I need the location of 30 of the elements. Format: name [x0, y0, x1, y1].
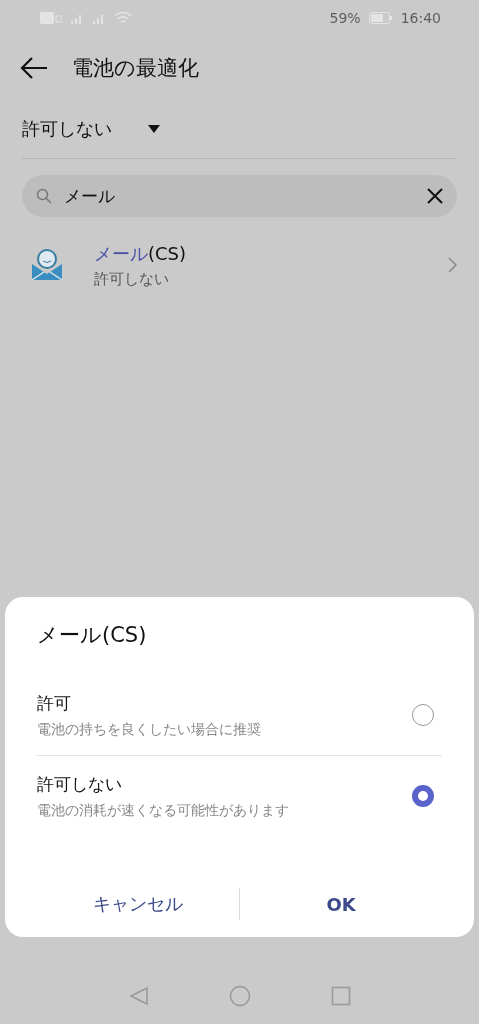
caret-icon[interactable]: [148, 125, 160, 133]
signal-icon: [92, 12, 106, 24]
back-icon[interactable]: [20, 57, 48, 79]
option-label: 許可しない: [37, 772, 123, 796]
app-row[interactable]: メール(CS) 許可しない: [0, 225, 479, 305]
search-input[interactable]: メール: [62, 185, 417, 207]
ok-button[interactable]: OK: [240, 887, 442, 921]
signal-icon: [70, 12, 84, 24]
option-row[interactable]: 許可 電池の持ちを良くしたい場合に推奨: [37, 675, 442, 755]
wifi-icon: [114, 11, 132, 25]
option-description: 電池の持ちを良くしたい場合に推奨: [37, 720, 262, 739]
chevron-right-icon: [448, 257, 457, 273]
option-row[interactable]: 許可しない 電池の消耗が速くなる可能性があります: [37, 755, 442, 836]
app-status: 許可しない: [94, 269, 170, 289]
cancel-button[interactable]: キャンセル: [37, 886, 239, 922]
hd-icon: [40, 12, 62, 24]
option-description: 電池の消耗が速くなる可能性があります: [37, 801, 290, 820]
page-title: 電池の最適化: [72, 55, 199, 82]
search-icon: [36, 188, 52, 204]
option-label: 許可: [37, 691, 72, 715]
filter-dropdown[interactable]: 許可しない: [22, 117, 112, 141]
clock: 16:40: [400, 10, 441, 26]
app-name: メール(CS): [94, 241, 188, 266]
search-field[interactable]: メール: [22, 175, 457, 217]
battery-percent: 59%: [329, 10, 361, 26]
clear-icon[interactable]: [427, 188, 443, 204]
mail-app-icon: [30, 248, 64, 282]
radio-button[interactable]: [412, 785, 434, 807]
battery-icon: [368, 12, 393, 24]
dialog-title: メール(CS): [37, 622, 148, 649]
